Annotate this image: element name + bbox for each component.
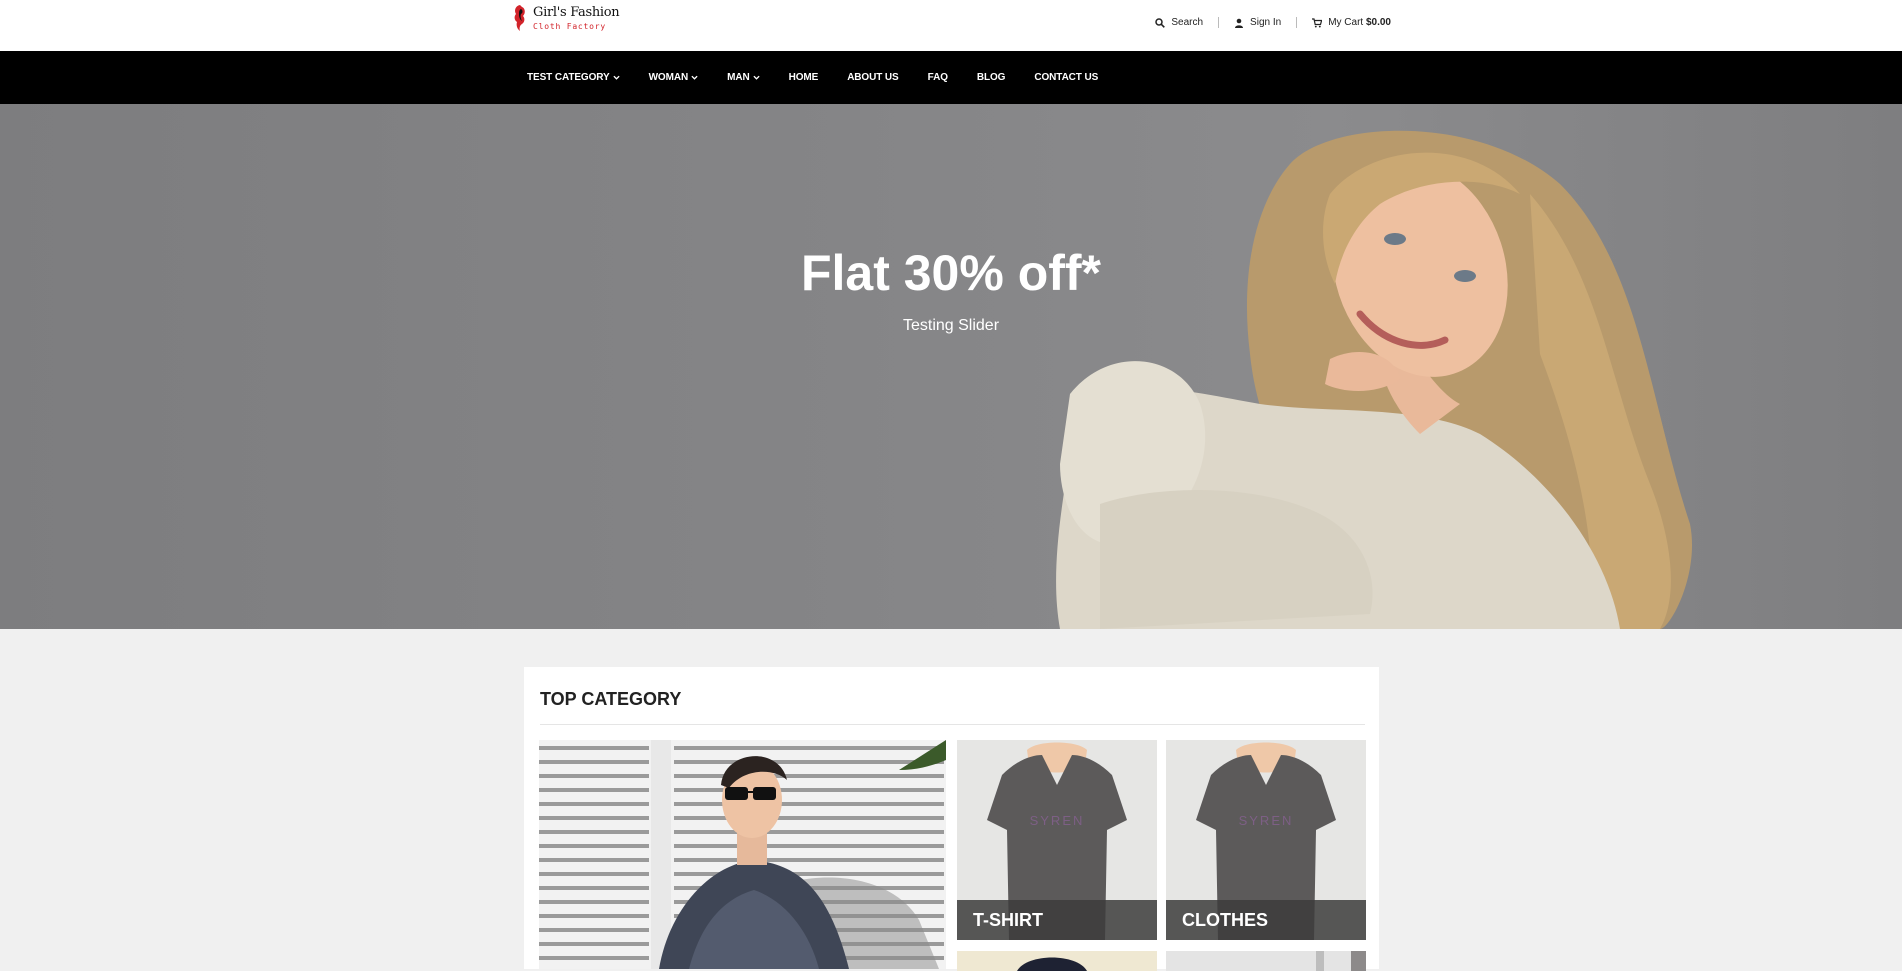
hero-slider[interactable]: Flat 30% off* Testing Slider <box>0 104 1902 629</box>
nav-list: TEST CATEGORY WOMAN MAN HOME ABOUT US FAQ BLOG… <box>527 51 1127 104</box>
category-tile[interactable] <box>1166 951 1366 971</box>
nav-item-home[interactable]: HOME <box>789 72 819 83</box>
nav-item-label: CONTACT US <box>1034 72 1099 83</box>
top-category-section: TOP CATEGORY SYREN T-SHIRT SYREN CLOTHES <box>524 667 1379 971</box>
cart-label: My Cart <box>1328 17 1364 28</box>
hero-title: Flat 30% off* <box>800 245 1102 301</box>
category-tile-tshirt[interactable]: SYREN T-SHIRT <box>957 740 1157 940</box>
man-sweater-image <box>539 740 946 969</box>
search-link[interactable]: Search <box>1155 17 1203 28</box>
nav-item-label: WOMAN <box>648 72 689 83</box>
cart-icon <box>1312 17 1323 27</box>
cart-link[interactable]: My Cart $0.00 <box>1312 17 1391 28</box>
nav-item-label: HOME <box>788 72 819 83</box>
nav-item-label: TEST CATEGORY <box>527 72 610 83</box>
divider <box>1296 17 1298 28</box>
signin-link[interactable]: Sign In <box>1234 17 1281 28</box>
nav-item-label: BLOG <box>976 72 1006 83</box>
tile-label: CLOTHES <box>1166 900 1366 940</box>
nav-item-label: ABOUT US <box>847 72 899 83</box>
nav-item-label: MAN <box>727 72 750 83</box>
hero-subtitle: Testing Slider <box>902 317 1000 334</box>
category-tile[interactable] <box>957 951 1157 971</box>
section-title: TOP CATEGORY <box>540 689 682 709</box>
search-icon <box>1155 17 1166 28</box>
svg-text:SYREN: SYREN <box>1030 813 1085 828</box>
main-nav: TEST CATEGORY WOMAN MAN HOME ABOUT US FAQ BLOG… <box>0 51 1902 104</box>
logo-silhouette-icon <box>514 5 525 31</box>
chevron-down-icon <box>691 75 698 80</box>
nav-item-test-category[interactable]: TEST CATEGORY <box>527 72 620 83</box>
signin-label: Sign In <box>1250 17 1282 28</box>
nav-item-label: FAQ <box>927 72 948 83</box>
nav-item-about-us[interactable]: ABOUT US <box>847 72 899 83</box>
logo-title: Girl's Fashion <box>533 4 620 20</box>
nav-item-man[interactable]: MAN <box>727 72 760 83</box>
site-header: Girl's Fashion Cloth Factory Search Sign… <box>0 0 1902 51</box>
cart-amount: $0.00 <box>1365 17 1391 28</box>
category-image <box>957 951 1157 971</box>
chevron-down-icon <box>612 75 620 80</box>
nav-item-woman[interactable]: WOMAN <box>649 72 699 83</box>
category-image <box>1166 951 1366 971</box>
nav-item-blog[interactable]: BLOG <box>977 72 1006 83</box>
svg-text:SYREN: SYREN <box>1239 813 1294 828</box>
chevron-down-icon <box>752 75 760 80</box>
hero-model-image <box>1056 130 1693 629</box>
user-icon <box>1235 18 1244 28</box>
nav-item-contact-us[interactable]: CONTACT US <box>1034 72 1098 83</box>
tile-label: T-SHIRT <box>957 900 1157 940</box>
section-divider <box>540 724 1365 725</box>
search-label: Search <box>1171 17 1204 28</box>
header-utilities: Search Sign In My Cart $0.00 <box>1155 17 1391 28</box>
logo-subtitle: Cloth Factory <box>533 21 607 31</box>
category-tile-clothes[interactable]: SYREN CLOTHES <box>1166 740 1366 940</box>
category-tile-featured[interactable] <box>539 740 946 969</box>
divider <box>1218 17 1220 28</box>
nav-item-faq[interactable]: FAQ <box>928 72 948 83</box>
site-logo[interactable]: Girl's Fashion Cloth Factory <box>511 3 620 33</box>
